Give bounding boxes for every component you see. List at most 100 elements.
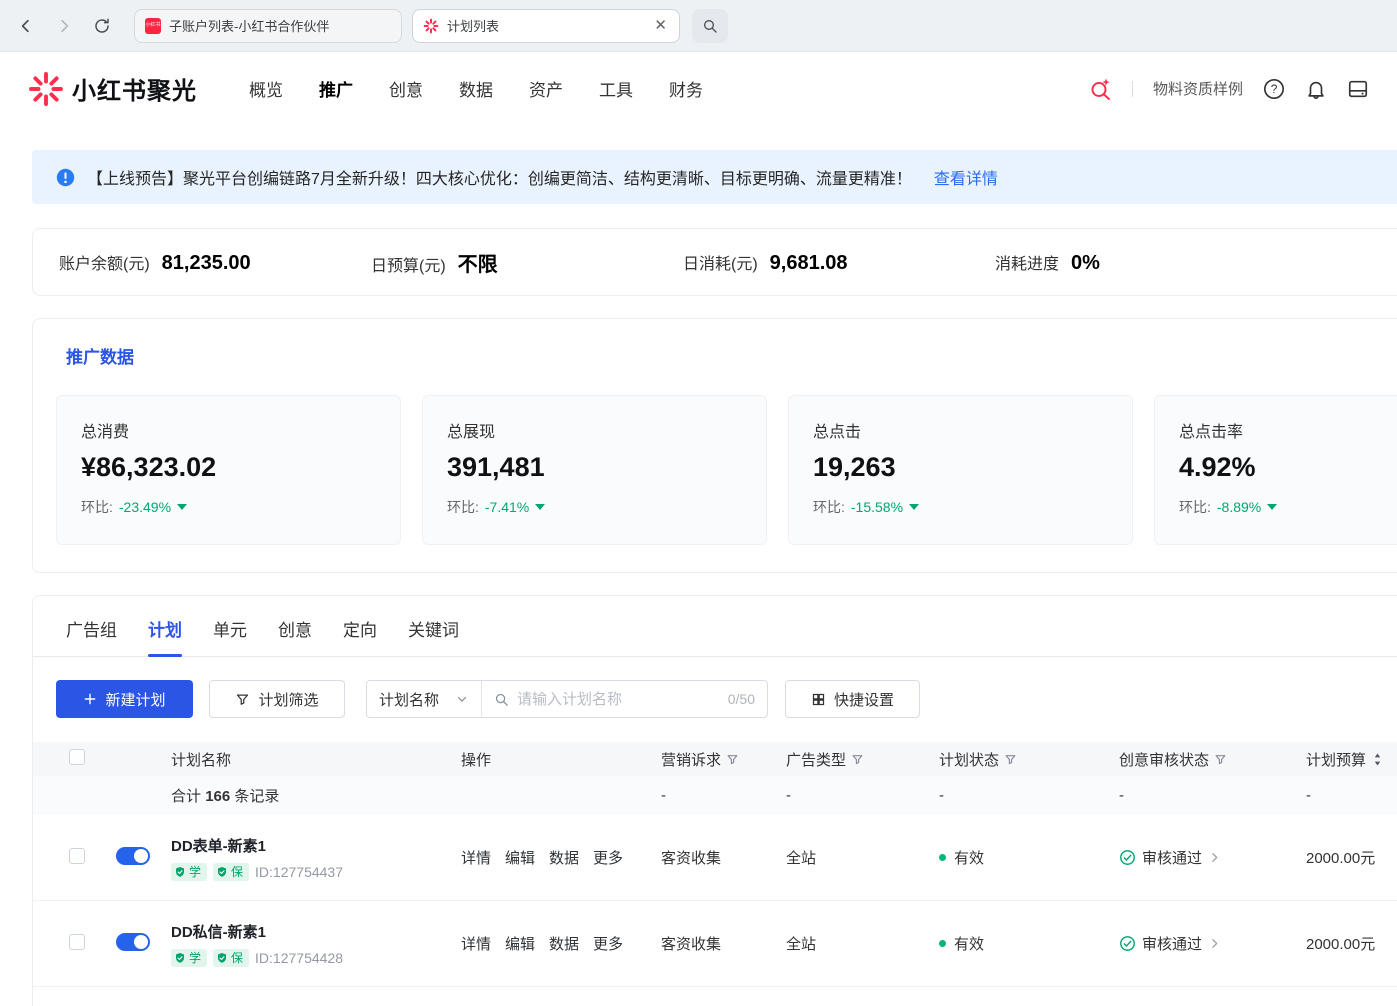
plan-enabled-toggle[interactable]: [116, 847, 150, 865]
plan-table: 计划名称 操作 营销诉求 广告类型 计划状态 创意审核状态 计划预算: [33, 742, 1397, 987]
tab-title: 子账户列表-小红书合作伙伴: [169, 16, 391, 35]
action-detail[interactable]: 详情: [461, 933, 491, 954]
tab-creative[interactable]: 创意: [278, 616, 312, 656]
ad-type: 全站: [776, 847, 926, 868]
plan-name[interactable]: DD表单-新素1: [171, 835, 456, 856]
smart-search-icon[interactable]: [1088, 77, 1112, 101]
tab-keywords[interactable]: 关键词: [408, 616, 459, 656]
ad-type: 全站: [776, 933, 926, 954]
action-data[interactable]: 数据: [549, 847, 579, 868]
plan-filter-button[interactable]: 计划筛选: [209, 680, 345, 718]
summary-dash: -: [926, 787, 1111, 804]
tab-close-icon[interactable]: ✕: [652, 16, 669, 35]
summary-dash: -: [1111, 787, 1296, 804]
header-plan-budget: 计划预算: [1296, 749, 1397, 770]
header-ad-type: 广告类型: [776, 749, 926, 770]
browser-forward-button[interactable]: [48, 10, 80, 42]
stat-label: 总消费: [81, 418, 376, 442]
stat-label: 总点击率: [1179, 418, 1397, 442]
table-summary-row: 合计 166 条记录 - - - - -: [33, 776, 1397, 815]
device-icon[interactable]: [1347, 78, 1369, 100]
nav-item-finance[interactable]: 财务: [669, 76, 703, 101]
action-edit[interactable]: 编辑: [505, 933, 535, 954]
chevron-right-icon[interactable]: [1208, 937, 1221, 950]
svg-text:?: ?: [1271, 82, 1278, 96]
ring-ratio-value: -7.41%: [485, 499, 529, 515]
cost-progress-value: 0%: [1071, 252, 1100, 275]
browser-reload-button[interactable]: [86, 10, 118, 42]
nav-item-creative[interactable]: 创意: [389, 76, 423, 101]
marketing-demand: 客资收集: [651, 933, 776, 954]
down-triangle-icon: [909, 504, 919, 510]
main-nav: 概览 推广 创意 数据 资产 工具 财务: [249, 76, 703, 101]
nav-item-data[interactable]: 数据: [459, 76, 493, 101]
browser-tab-search-button[interactable]: [692, 9, 728, 43]
quick-settings-button[interactable]: 快捷设置: [785, 680, 920, 718]
reload-icon: [93, 17, 111, 35]
notification-bell-icon[interactable]: [1305, 78, 1327, 100]
action-detail[interactable]: 详情: [461, 847, 491, 868]
tab-ad-group[interactable]: 广告组: [66, 616, 117, 656]
shield-check-icon: [216, 866, 228, 878]
sort-icon[interactable]: [1371, 752, 1384, 767]
tab-plan[interactable]: 计划: [148, 616, 182, 656]
tab-unit[interactable]: 单元: [213, 616, 247, 656]
juguang-logo[interactable]: 小红书聚光: [28, 71, 197, 107]
plan-name-search-input[interactable]: [517, 691, 720, 708]
nav-item-overview[interactable]: 概览: [249, 76, 283, 101]
select-all-checkbox[interactable]: [69, 749, 85, 765]
back-arrow-icon: [17, 17, 35, 35]
plan-enabled-toggle[interactable]: [116, 933, 150, 951]
help-icon[interactable]: ?: [1263, 78, 1285, 100]
daily-cost-value: 9,681.08: [770, 252, 848, 275]
material-samples-link[interactable]: 物料资质样例: [1153, 78, 1243, 99]
chevron-right-icon[interactable]: [1208, 851, 1221, 864]
stat-label: 总点击: [813, 418, 1108, 442]
stat-card-total-clicks: 总点击 19,263 环比: -15.58%: [788, 395, 1133, 545]
action-edit[interactable]: 编辑: [505, 847, 535, 868]
row-checkbox[interactable]: [69, 934, 85, 950]
filter-funnel-icon: [235, 692, 250, 707]
table-header-row: 计划名称 操作 营销诉求 广告类型 计划状态 创意审核状态 计划预算: [33, 742, 1397, 776]
account-balance-label: 账户余额(元): [59, 250, 150, 274]
summary-dash: -: [1296, 787, 1397, 804]
header-review-status: 创意审核状态: [1111, 749, 1296, 770]
promo-data-title[interactable]: 推广数据: [66, 343, 134, 368]
search-icon: [702, 18, 718, 34]
down-triangle-icon: [535, 504, 545, 510]
account-summary-strip: 账户余额(元) 81,235.00 日预算(元) 不限 日消耗(元) 9,681…: [32, 228, 1397, 296]
filter-funnel-icon[interactable]: [851, 753, 864, 766]
row-checkbox[interactable]: [69, 848, 85, 864]
action-more[interactable]: 更多: [593, 933, 623, 954]
shield-check-icon: [216, 952, 228, 964]
tab-targeting[interactable]: 定向: [343, 616, 377, 656]
review-status[interactable]: 审核通过: [1111, 847, 1296, 868]
xiaohongshu-favicon-icon: 小红书: [145, 18, 161, 34]
filter-funnel-icon[interactable]: [726, 753, 739, 766]
ring-ratio-label: 环比:: [813, 497, 845, 517]
announcement-banner: 【上线预告】聚光平台创编链路7月全新升级！四大核心优化：创编更简洁、结构更清晰、…: [32, 150, 1397, 204]
search-field-select[interactable]: 计划名称: [367, 681, 482, 717]
search-icon: [494, 692, 509, 707]
action-more[interactable]: 更多: [593, 847, 623, 868]
nav-item-promotion[interactable]: 推广: [319, 76, 353, 101]
review-status[interactable]: 审核通过: [1111, 933, 1296, 954]
stat-value: 4.92%: [1179, 452, 1397, 483]
shield-check-icon: [174, 952, 186, 964]
plan-budget: 2000.00元: [1296, 933, 1397, 954]
browser-tab-plan-list[interactable]: 计划列表 ✕: [412, 9, 680, 43]
action-data[interactable]: 数据: [549, 933, 579, 954]
nav-item-tools[interactable]: 工具: [599, 76, 633, 101]
filter-funnel-icon[interactable]: [1004, 753, 1017, 766]
banner-details-link[interactable]: 查看详情: [934, 165, 998, 189]
plan-name[interactable]: DD私信-新素1: [171, 921, 456, 942]
browser-back-button[interactable]: [10, 10, 42, 42]
filter-funnel-icon[interactable]: [1214, 753, 1227, 766]
new-plan-button[interactable]: 新建计划: [56, 680, 193, 718]
char-counter: 0/50: [728, 691, 755, 707]
divider: [1132, 81, 1133, 97]
header-plan-name: 计划名称: [160, 749, 456, 770]
nav-item-assets[interactable]: 资产: [529, 76, 563, 101]
plan-status: 有效: [926, 933, 1111, 954]
browser-tab-subaccounts[interactable]: 小红书 子账户列表-小红书合作伙伴: [134, 9, 402, 43]
